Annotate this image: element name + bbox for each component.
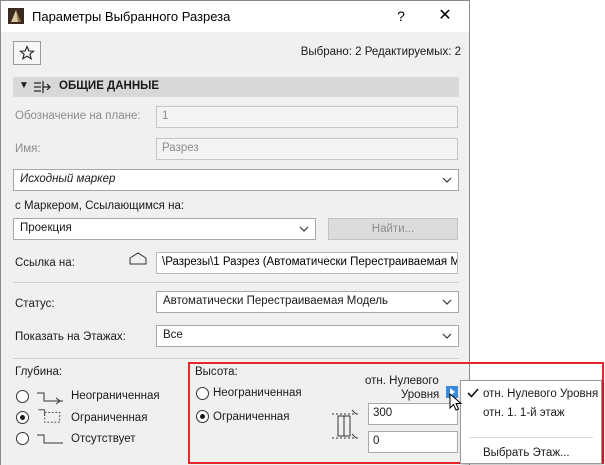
depth-unlimited-label: Неограниченная xyxy=(71,390,160,402)
show-on-stories-label: Показать на Этажах: xyxy=(15,331,126,343)
status-label: Статус: xyxy=(15,298,55,310)
chevron-down-icon xyxy=(442,299,452,305)
depth-limited-icon xyxy=(38,409,61,423)
depth-label: Глубина: xyxy=(15,366,63,378)
name-field: Разрез xyxy=(156,138,458,160)
popup-item-story-1[interactable]: отн. 1. 1-й этаж xyxy=(461,403,601,423)
popup-item-select-story[interactable]: Выбрать Этаж... xyxy=(461,443,601,463)
marker-type-select[interactable]: Исходный маркер xyxy=(13,169,459,191)
depth-limited-label: Ограниченная xyxy=(71,412,148,424)
referring-marker-select[interactable]: Проекция xyxy=(13,218,316,240)
depth-unlimited-radio[interactable] xyxy=(16,390,29,403)
show-on-stories-value: Все xyxy=(163,329,183,341)
general-settings-icon xyxy=(34,81,51,93)
selection-count: Выбрано: 2 Редактируемых: 2 xyxy=(300,46,461,58)
general-section-header[interactable]: ▼ ОБЩИЕ ДАННЫЕ xyxy=(13,77,459,97)
status-value: Автоматически Перестраиваемая Модель xyxy=(163,295,389,307)
depth-none-icon xyxy=(37,434,63,444)
section-title: ОБЩИЕ ДАННЫЕ xyxy=(59,80,160,92)
favorites-button[interactable] xyxy=(13,41,41,65)
star-icon xyxy=(19,45,35,61)
window-title: Параметры Выбранного Разреза xyxy=(32,9,231,24)
plan-id-label: Обозначение на плане: xyxy=(15,110,141,122)
close-button[interactable]: ✕ xyxy=(427,4,463,28)
help-button[interactable]: ? xyxy=(389,4,413,28)
chevron-down-icon xyxy=(442,177,452,183)
depth-unlimited-icon xyxy=(37,392,63,405)
depth-none-label: Отсутствует xyxy=(71,433,136,445)
popup-separator xyxy=(469,437,593,438)
referring-marker-label: с Маркером, Ссылающимся на: xyxy=(15,200,185,212)
referring-marker-value: Проекция xyxy=(20,222,72,234)
depth-limited-radio[interactable] xyxy=(16,411,29,424)
collapse-triangle-icon: ▼ xyxy=(19,80,29,91)
mouse-cursor-icon xyxy=(449,393,463,411)
separator xyxy=(13,282,459,283)
separator xyxy=(13,358,459,359)
title-bar: Параметры Выбранного Разреза ? ✕ xyxy=(1,1,469,32)
popup-item-project-zero[interactable]: отн. Нулевого Уровня xyxy=(461,384,601,404)
home-marker-icon xyxy=(129,252,147,265)
status-select[interactable]: Автоматически Перестраиваемая Модель xyxy=(156,291,459,313)
checkmark-icon xyxy=(467,388,479,398)
plan-id-field: 1 xyxy=(156,106,458,128)
link-to-field[interactable]: \Разрезы\1 Разрез (Автоматически Перестр… xyxy=(156,252,458,274)
depth-none-radio[interactable] xyxy=(16,432,29,445)
find-button[interactable]: Найти... xyxy=(328,218,458,240)
link-to-label: Ссылка на: xyxy=(15,257,75,269)
reference-popup-menu: отн. Нулевого Уровня отн. 1. 1-й этаж Вы… xyxy=(460,380,602,464)
show-on-stories-select[interactable]: Все xyxy=(156,325,459,347)
chevron-down-icon xyxy=(442,333,452,339)
marker-type-value: Исходный маркер xyxy=(20,173,116,185)
name-label: Имя: xyxy=(15,143,41,155)
archicad-app-icon xyxy=(8,8,24,24)
chevron-down-icon xyxy=(299,226,309,232)
